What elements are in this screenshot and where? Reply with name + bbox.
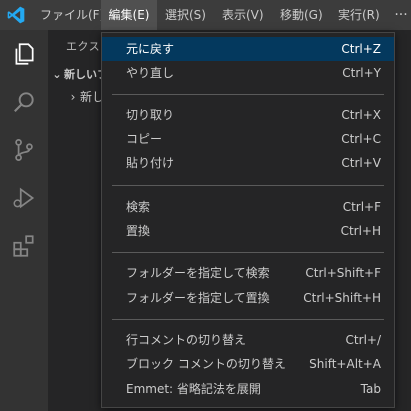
- menu-item-shortcut: Ctrl+X: [341, 108, 381, 122]
- menu-file[interactable]: ファイル(F): [40, 0, 104, 30]
- menu-item-shortcut: Ctrl+H: [340, 224, 381, 238]
- menu-separator: [112, 252, 384, 253]
- menu-item-undo[interactable]: 元に戻す Ctrl+Z: [102, 37, 394, 61]
- menu-item-label: Emmet: 省略記法を展開: [126, 382, 261, 396]
- menu-item-label: フォルダーを指定して検索: [126, 266, 270, 280]
- source-control-icon[interactable]: [0, 126, 48, 174]
- menu-item-label: コピー: [126, 132, 163, 146]
- menu-item-paste[interactable]: 貼り付け Ctrl+V: [102, 151, 394, 175]
- menu-item-replace-in-files[interactable]: フォルダーを指定して置換 Ctrl+Shift+H: [102, 286, 394, 310]
- menu-item-shortcut: Ctrl+C: [341, 132, 381, 146]
- menu-edit[interactable]: 編集(E): [101, 0, 157, 30]
- menu-item-label: 貼り付け: [126, 156, 175, 170]
- menu-separator: [112, 185, 384, 186]
- menu-item-replace[interactable]: 置換 Ctrl+H: [102, 219, 394, 243]
- workspace-folder[interactable]: ⌄ 新しいフ: [50, 66, 108, 82]
- menu-item-shortcut: Ctrl+F: [342, 200, 381, 214]
- menu-item-label: 検索: [126, 200, 151, 214]
- chevron-right-icon: ›: [70, 90, 76, 104]
- menu-item-shortcut: Ctrl+Y: [342, 66, 381, 80]
- menu-item-shortcut: Tab: [360, 382, 381, 396]
- menu-item-shortcut: Shift+Alt+A: [309, 357, 381, 371]
- menu-selection[interactable]: 選択(S): [165, 0, 206, 30]
- menu-item-shortcut: Ctrl+Shift+H: [303, 291, 381, 305]
- extensions-icon[interactable]: [0, 222, 48, 270]
- menu-item-label: フォルダーを指定して置換: [126, 291, 270, 305]
- search-icon[interactable]: [0, 78, 48, 126]
- menu-item-label: 切り取り: [126, 108, 175, 122]
- menu-go[interactable]: 移動(G): [280, 0, 323, 30]
- menu-item-label: ブロック コメントの切り替え: [126, 357, 286, 371]
- menu-item-cut[interactable]: 切り取り Ctrl+X: [102, 103, 394, 127]
- menu-view[interactable]: 表示(V): [222, 0, 264, 30]
- title-bar: ファイル(F) 編集(E) 選択(S) 表示(V) 移動(G) 実行(R) ··…: [0, 0, 411, 30]
- menu-item-toggle-block-comment[interactable]: ブロック コメントの切り替え Shift+Alt+A: [102, 352, 394, 376]
- menu-item-shortcut: Ctrl+/: [345, 333, 381, 347]
- menu-item-toggle-line-comment[interactable]: 行コメントの切り替え Ctrl+/: [102, 328, 394, 352]
- more-menu-button[interactable]: ···: [391, 0, 411, 30]
- menu-item-emmet-expand[interactable]: Emmet: 省略記法を展開 Tab: [102, 377, 394, 401]
- explorer-icon[interactable]: [0, 30, 48, 78]
- menu-item-label: やり直し: [126, 66, 175, 80]
- menu-run[interactable]: 実行(R): [338, 0, 380, 30]
- edit-menu-dropdown: 元に戻す Ctrl+Z やり直し Ctrl+Y 切り取り Ctrl+X コピー …: [101, 32, 395, 408]
- vscode-logo-icon[interactable]: [6, 5, 26, 25]
- chevron-down-icon: ⌄: [52, 68, 62, 81]
- menu-item-shortcut: Ctrl+V: [341, 156, 381, 170]
- menu-item-label: 置換: [126, 224, 151, 238]
- menu-separator: [112, 94, 384, 95]
- subfolder-item[interactable]: › 新し: [66, 88, 104, 105]
- menu-item-shortcut: Ctrl+Shift+F: [305, 266, 381, 280]
- menu-item-find[interactable]: 検索 Ctrl+F: [102, 195, 394, 219]
- activity-bar: [0, 30, 48, 411]
- menu-item-copy[interactable]: コピー Ctrl+C: [102, 127, 394, 151]
- menu-separator: [112, 319, 384, 320]
- menu-item-shortcut: Ctrl+Z: [341, 42, 381, 56]
- menu-item-label: 行コメントの切り替え: [126, 333, 247, 347]
- run-debug-icon[interactable]: [0, 174, 48, 222]
- menu-item-redo[interactable]: やり直し Ctrl+Y: [102, 61, 394, 85]
- menu-item-label: 元に戻す: [126, 42, 175, 56]
- menu-item-find-in-files[interactable]: フォルダーを指定して検索 Ctrl+Shift+F: [102, 261, 394, 285]
